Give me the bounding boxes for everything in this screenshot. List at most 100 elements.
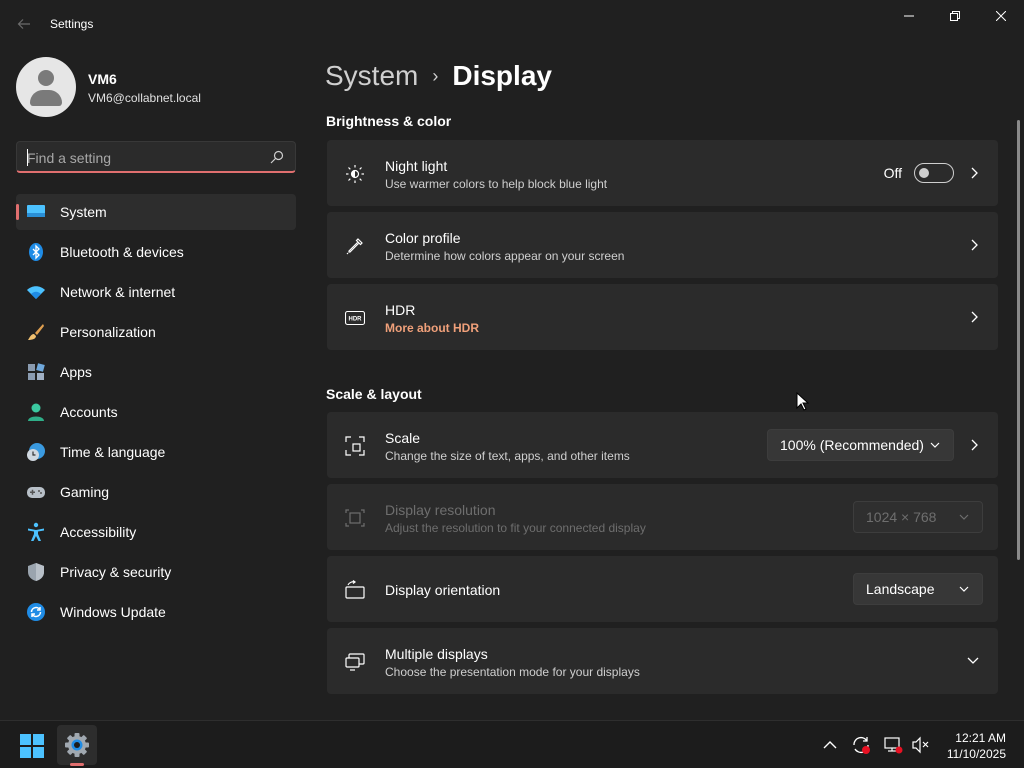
sidebar-item-apps[interactable]: Apps: [16, 354, 296, 390]
chevron-right-icon: [971, 439, 978, 451]
sidebar-item-label: Windows Update: [60, 604, 166, 620]
scale-card[interactable]: Scale Change the size of text, apps, and…: [327, 412, 998, 478]
orientation-icon: [345, 580, 365, 599]
person-icon: [28, 403, 44, 421]
volume-muted-icon[interactable]: [911, 735, 931, 755]
sidebar-item-label: System: [60, 204, 107, 220]
chevron-down-icon: [967, 657, 979, 664]
sidebar-item-label: Time & language: [60, 444, 166, 460]
multiple-displays-icon: [345, 653, 365, 671]
close-icon: [996, 11, 1006, 21]
resolution-icon: [345, 509, 365, 527]
night-light-toggle[interactable]: [914, 163, 954, 183]
app-title: Settings: [50, 17, 94, 31]
night-light-subtitle: Use warmer colors to help block blue lig…: [385, 177, 608, 191]
clock-globe-icon: [27, 443, 45, 461]
display-resolution-title: Display resolution: [385, 502, 496, 518]
windows-start-icon[interactable]: [20, 734, 44, 758]
chevron-right-icon: [971, 167, 978, 179]
scale-value: 100% (Recommended): [780, 437, 924, 453]
sidebar-item-label: Accessibility: [60, 524, 137, 540]
avatar: [16, 57, 76, 117]
close-button[interactable]: [978, 0, 1024, 32]
profile-name: VM6: [88, 71, 117, 87]
settings-gear-icon: [65, 733, 89, 757]
chevron-down-icon: [959, 586, 969, 592]
brush-icon: [28, 324, 44, 340]
sidebar-item-label: Gaming: [60, 484, 110, 500]
sidebar-item-privacy[interactable]: Privacy & security: [16, 554, 296, 590]
hdr-icon: HDR: [345, 310, 365, 326]
color-profile-card[interactable]: Color profile Determine how colors appea…: [327, 212, 998, 278]
sidebar-item-windows-update[interactable]: Windows Update: [16, 594, 296, 630]
display-resolution-card: Display resolution Adjust the resolution…: [327, 484, 998, 550]
network-icon[interactable]: [883, 735, 903, 755]
mouse-cursor-icon: [796, 392, 810, 411]
breadcrumb-parent[interactable]: System: [325, 60, 418, 92]
search-icon[interactable]: [269, 149, 285, 165]
sidebar-nav: System Bluetooth & devices Network & int…: [16, 194, 296, 634]
update-icon: [27, 603, 45, 621]
sync-alert-icon[interactable]: [851, 735, 871, 755]
chevron-down-icon: [930, 442, 940, 448]
bluetooth-icon: [29, 243, 43, 261]
multiple-displays-card[interactable]: Multiple displays Choose the presentatio…: [327, 628, 998, 694]
resolution-dropdown: 1024 × 768: [853, 501, 983, 533]
display-resolution-subtitle: Adjust the resolution to fit your connec…: [385, 521, 646, 535]
clock-time: 12:21 AM: [955, 731, 1006, 745]
profile-email: VM6@collabnet.local: [88, 91, 201, 105]
sidebar-item-bluetooth[interactable]: Bluetooth & devices: [16, 234, 296, 270]
taskbar: 12:21 AM 11/10/2025: [0, 720, 1024, 768]
scale-subtitle: Change the size of text, apps, and other…: [385, 449, 630, 463]
orientation-value: Landscape: [866, 581, 935, 597]
chevron-right-icon: [971, 239, 978, 251]
restore-icon: [950, 11, 960, 21]
title-bar: Settings: [0, 0, 1024, 48]
resolution-value: 1024 × 768: [866, 509, 937, 525]
multiple-displays-title: Multiple displays: [385, 646, 488, 662]
sidebar-item-accessibility[interactable]: Accessibility: [16, 514, 296, 550]
shield-icon: [28, 563, 44, 581]
minimize-icon: [904, 15, 914, 17]
sidebar-item-label: Bluetooth & devices: [60, 244, 184, 260]
hdr-more-link[interactable]: More about HDR: [385, 321, 479, 335]
night-light-icon: [346, 165, 364, 183]
sidebar-item-accounts[interactable]: Accounts: [16, 394, 296, 430]
user-profile[interactable]: VM6 VM6@collabnet.local: [16, 57, 296, 117]
sidebar-item-label: Network & internet: [60, 284, 176, 300]
back-arrow-icon: [17, 19, 30, 29]
apps-icon: [28, 363, 45, 380]
color-profile-title: Color profile: [385, 230, 461, 246]
scale-dropdown[interactable]: 100% (Recommended): [767, 429, 954, 461]
text-caret: [27, 149, 28, 166]
back-button[interactable]: [12, 12, 36, 36]
night-light-card[interactable]: Night light Use warmer colors to help bl…: [327, 140, 998, 206]
gamepad-icon: [27, 487, 45, 498]
search-box[interactable]: [16, 141, 296, 173]
sidebar-item-system[interactable]: System: [16, 194, 296, 230]
display-orientation-card: Display orientation Landscape: [327, 556, 998, 622]
sidebar-item-network[interactable]: Network & internet: [16, 274, 296, 310]
breadcrumb: System › Display: [325, 58, 552, 94]
page-title: Display: [452, 60, 552, 91]
sidebar-item-label: Apps: [60, 364, 92, 380]
taskbar-settings-app[interactable]: [57, 725, 97, 765]
sidebar-item-personalization[interactable]: Personalization: [16, 314, 296, 350]
minimize-button[interactable]: [886, 0, 932, 32]
sidebar-item-label: Personalization: [60, 324, 156, 340]
taskbar-clock[interactable]: 12:21 AM 11/10/2025: [947, 730, 1006, 762]
breadcrumb-separator: ›: [432, 65, 439, 86]
color-profile-subtitle: Determine how colors appear on your scre…: [385, 249, 625, 263]
search-input[interactable]: [27, 148, 257, 168]
hdr-title: HDR: [385, 302, 416, 318]
restore-button[interactable]: [932, 0, 978, 32]
chevron-up-icon[interactable]: [820, 735, 840, 755]
hdr-card[interactable]: HDR HDR More about HDR: [327, 284, 998, 350]
scrollbar[interactable]: [1017, 120, 1020, 560]
svg-text:HDR: HDR: [349, 317, 363, 323]
sidebar-item-gaming[interactable]: Gaming: [16, 474, 296, 510]
orientation-dropdown[interactable]: Landscape: [853, 573, 983, 605]
sidebar-item-time-language[interactable]: Time & language: [16, 434, 296, 470]
chevron-right-icon: [971, 311, 978, 323]
scale-icon: [345, 436, 365, 456]
